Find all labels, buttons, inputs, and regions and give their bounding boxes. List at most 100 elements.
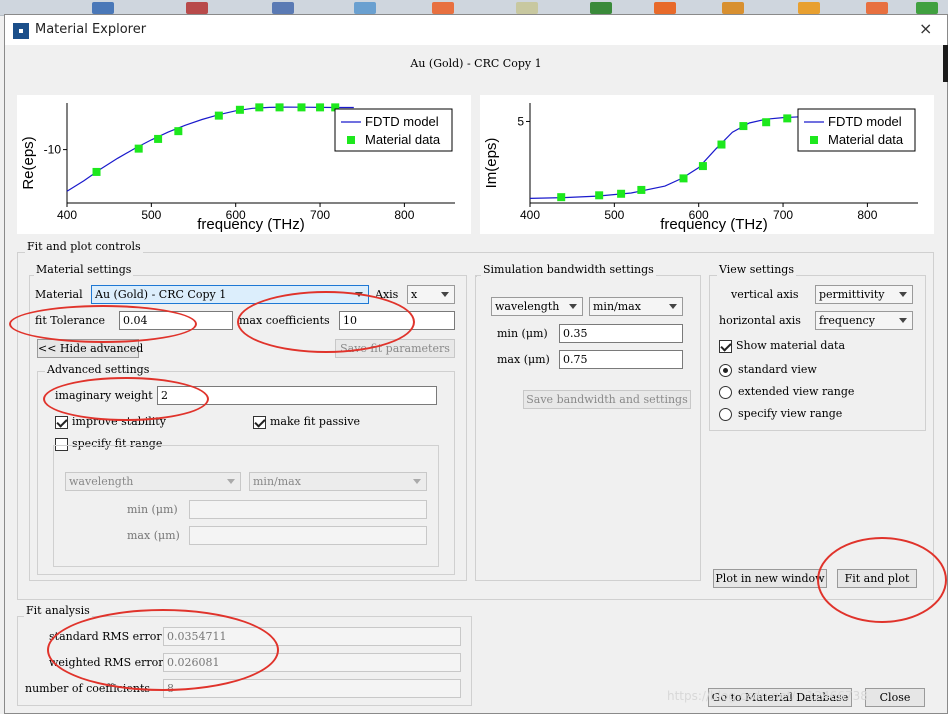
legend-model-label: FDTD model [828,114,902,129]
fit-range-mode-select[interactable]: min/max [249,472,427,491]
material-data-point [698,162,707,171]
close-button[interactable]: Close [865,688,925,707]
legend-data-swatch [810,136,818,144]
y-tick-label: -10 [44,143,62,157]
re-eps-chart: 400 500 600 700 800-10frequency (THz)Re(eps)… [20,103,455,233]
simulation-bandwidth-frame [475,275,701,581]
bandwidth-mode-select[interactable]: min/max [589,297,683,316]
bandwidth-min-input[interactable]: 0.35 [559,324,683,343]
fit-range-max-label: max (μm) [127,529,180,542]
fit-tolerance-input[interactable]: 0.04 [119,311,233,330]
toolbar-icon [432,2,454,14]
imaginary-weight-input[interactable]: 2 [157,386,437,405]
toolbar-icon [590,2,612,14]
standard-view-radio[interactable] [719,364,732,377]
save-bandwidth-button[interactable]: Save bandwidth and settings [523,390,691,409]
toolbar-icon [354,2,376,14]
num-coefficients-label: number of coefficients [25,682,151,695]
x-tick-label: 400 [57,208,77,222]
toolbar-icon [916,2,938,14]
app-logo-icon [13,23,29,39]
axis-label: Axis [375,288,399,301]
material-data-point [255,103,264,112]
simulation-bandwidth-title: Simulation bandwidth settings [481,263,656,276]
x-tick-label: 500 [141,208,161,222]
extended-view-radio[interactable] [719,386,732,399]
close-icon[interactable]: × [919,19,932,38]
x-tick-label: 800 [857,208,877,222]
show-material-data-checkbox[interactable] [719,340,732,353]
extended-view-label: extended view range [738,385,855,398]
x-axis-label: frequency (THz) [197,216,305,233]
weighted-rms-label: weighted RMS error [49,656,164,669]
watermark: https://blog.csdn.net/...12466738 [667,689,868,703]
title-bar: Material Explorer × [5,15,947,45]
vertical-axis-label: vertical axis [731,288,799,301]
x-tick-label: 800 [394,208,414,222]
fit-analysis-title: Fit analysis [24,604,92,617]
bandwidth-min-label: min (μm) [497,327,548,340]
material-select[interactable]: Au (Gold) - CRC Copy 1 [91,285,369,304]
fit-range-min-label: min (μm) [127,503,178,516]
bandwidth-unit-select[interactable]: wavelength [491,297,583,316]
vertical-axis-select[interactable]: permittivity [815,285,913,304]
material-data-point [275,103,284,112]
weighted-rms-output: 0.026081 [163,653,461,672]
std-rms-output: 0.0354711 [163,627,461,646]
toolbar-icon [272,2,294,14]
legend-model-label: FDTD model [365,114,439,129]
fit-and-plot-button[interactable]: Fit and plot [837,569,917,588]
fit-range-unit-select[interactable]: wavelength [65,472,241,491]
toolbar-icon [516,2,538,14]
horizontal-axis-select[interactable]: frequency [815,311,913,330]
fit-tolerance-label: fit Tolerance [35,314,105,327]
plot-new-window-button[interactable]: Plot in new window [713,569,827,588]
max-coefficients-label: max coefficients [239,314,330,327]
material-data-point [134,144,143,153]
toolbar-icon [866,2,888,14]
std-rms-label: standard RMS error [49,630,162,643]
fit-range-min-input[interactable] [189,500,427,519]
material-data-point [154,134,163,143]
x-tick-label: 500 [604,208,624,222]
material-data-point [92,167,101,176]
material-data-point [174,127,183,136]
x-tick-label: 400 [520,208,540,222]
horizontal-axis-label: horizontal axis [719,314,801,327]
bandwidth-max-input[interactable]: 0.75 [559,350,683,369]
im-eps-chart: 400 500 600 700 8005frequency (THz)Im(eps)FD… [483,103,918,233]
x-axis-label: frequency (THz) [660,216,768,233]
show-material-data-label: Show material data [736,339,846,352]
material-data-point [297,103,306,112]
improve-stability-checkbox[interactable] [55,416,68,429]
axis-select[interactable]: x [407,285,455,304]
material-data-point [762,118,771,127]
fdtd-model-line [66,106,354,192]
material-data-point [679,174,688,183]
fdtd-model-line [529,116,817,199]
im-eps-plot: 400 500 600 700 800 5 frequency (THz) Im(eps) FD… [480,95,934,234]
legend-data-swatch [347,136,355,144]
legend-data-label: Material data [828,132,904,147]
y-axis-label: Im(eps) [483,138,500,189]
standard-view-label: standard view [738,363,817,376]
material-settings-title: Material settings [34,263,134,276]
material-explorer-window: Material Explorer × Au (Gold) - CRC Copy… [4,14,948,714]
fit-range-max-input[interactable] [189,526,427,545]
material-data-point [617,189,626,198]
material-heading: Au (Gold) - CRC Copy 1 [410,57,542,70]
num-coefficients-output: 8 [163,679,461,698]
fit-controls-title: Fit and plot controls [25,240,143,253]
max-coefficients-input[interactable]: 10 [339,311,455,330]
material-label: Material [35,288,83,301]
make-passive-checkbox[interactable] [253,416,266,429]
material-data-point [637,185,646,194]
specify-view-label: specify view range [738,407,843,420]
legend-data-label: Material data [365,132,441,147]
toolbar-icon [186,2,208,14]
hide-advanced-button[interactable]: << Hide advanced [37,339,143,358]
material-data-point [717,140,726,149]
toolbar-icon [722,2,744,14]
save-fit-parameters-button[interactable]: Save fit parameters [335,339,455,358]
specify-view-radio[interactable] [719,408,732,421]
